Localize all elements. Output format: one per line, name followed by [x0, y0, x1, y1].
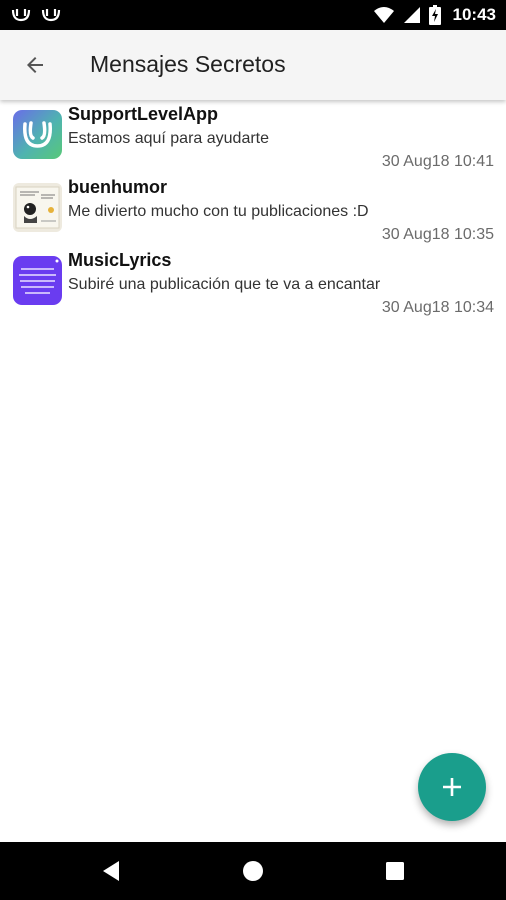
system-nav-bar	[0, 842, 506, 900]
conversation-name: buenhumor	[68, 177, 167, 197]
app-notification-icon	[11, 9, 31, 22]
nav-recents-button[interactable]	[379, 855, 411, 887]
conversation-row-supportlevelapp[interactable]: SupportLevelApp Estamos aquí para ayudar…	[0, 102, 506, 175]
nav-back-button[interactable]	[95, 855, 127, 887]
status-bar: 10:43	[0, 0, 506, 30]
conversation-timestamp: 30 Aug18 10:35	[381, 226, 494, 243]
page-title: Mensajes Secretos	[90, 51, 286, 77]
conversation-timestamp: 30 Aug18 10:41	[381, 153, 494, 170]
wifi-icon	[373, 7, 394, 23]
new-message-button[interactable]	[418, 753, 486, 821]
conversation-timestamp: 30 Aug18 10:34	[381, 299, 494, 316]
nav-recents-icon	[386, 862, 404, 880]
conversation-message: Estamos aquí para ayudarte	[68, 130, 270, 147]
app-bar: Mensajes Secretos	[0, 30, 506, 100]
conversation-row-musiclyrics[interactable]: MusicLyrics Subiré una publicación que t…	[0, 248, 506, 321]
battery-charging-icon	[428, 5, 441, 25]
conversation-name: MusicLyrics	[68, 250, 172, 270]
back-button[interactable]	[14, 44, 56, 86]
nav-back-icon	[103, 861, 119, 881]
nav-home-button[interactable]	[237, 855, 269, 887]
avatar-supportlevelapp	[13, 110, 62, 159]
app-notification-icon	[41, 9, 61, 22]
cell-signal-icon	[403, 7, 420, 23]
conversation-row-buenhumor[interactable]: buenhumor Me divierto mucho con tu publi…	[0, 175, 506, 248]
conversation-name: SupportLevelApp	[68, 104, 219, 124]
avatar-buenhumor	[13, 183, 62, 232]
plus-icon	[443, 778, 461, 796]
conversation-message: Me divierto mucho con tu publicaciones :…	[68, 203, 369, 220]
avatar-musiclyrics	[13, 256, 62, 305]
arrow-back-icon	[27, 57, 43, 73]
status-time: 10:43	[452, 5, 496, 24]
nav-home-icon	[243, 861, 263, 881]
conversation-list: SupportLevelApp Estamos aquí para ayudar…	[0, 102, 506, 321]
conversation-message: Subiré una publicación que te va a encan…	[68, 276, 381, 293]
